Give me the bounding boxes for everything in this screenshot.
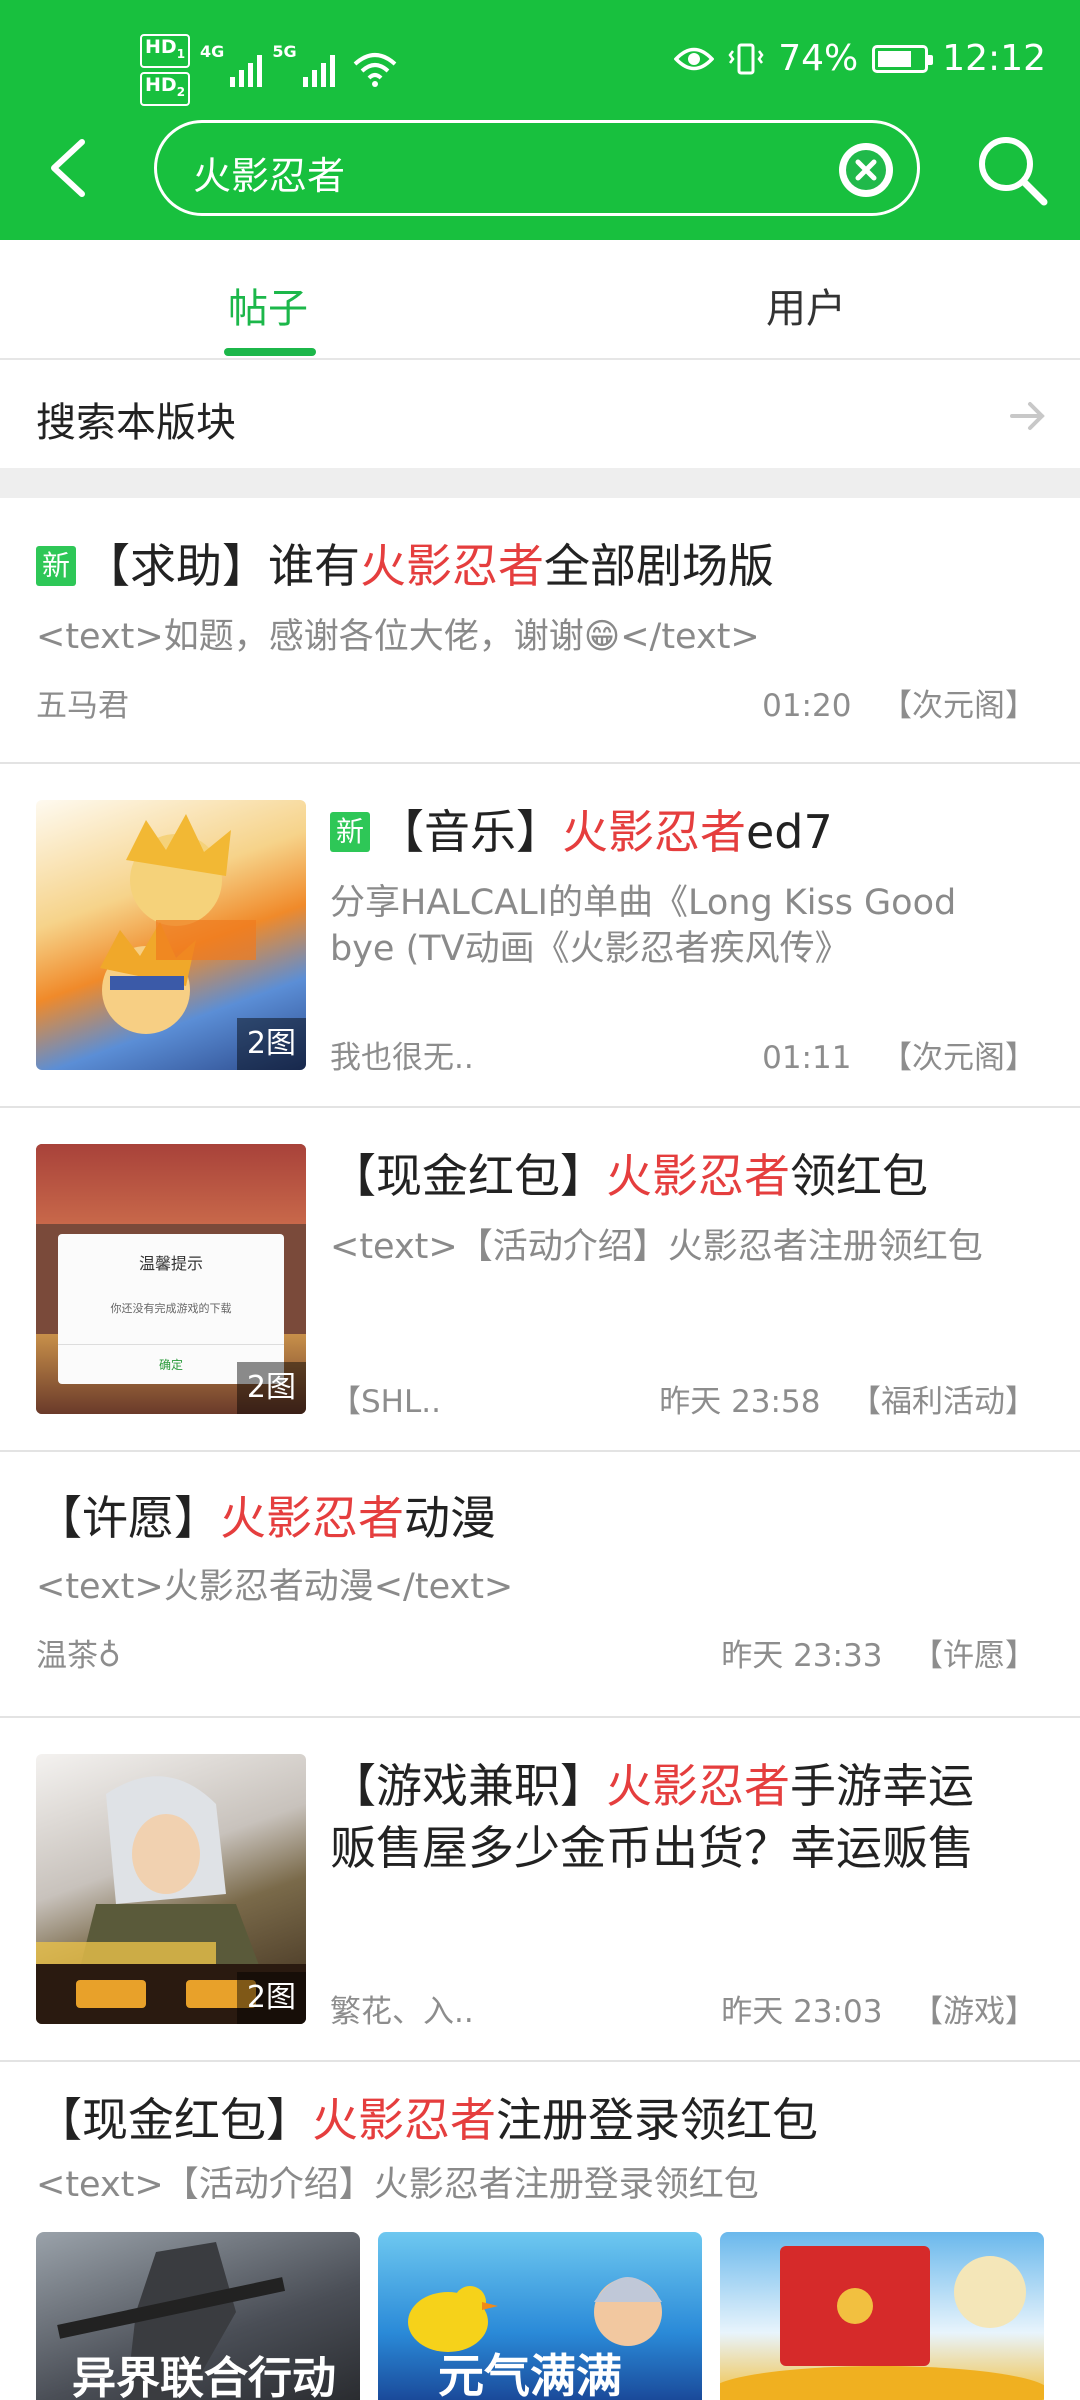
post-image-1[interactable]: 异界联合行动 [36, 2232, 360, 2400]
arrow-right-icon [1010, 402, 1045, 430]
post-image-2[interactable]: 元气满满 [378, 2232, 702, 2400]
network-indicators: HD1 HD2 4G 5G [140, 34, 397, 106]
close-icon [846, 150, 886, 190]
search-query-text[interactable]: 火影忍者 [193, 145, 345, 200]
active-tab-indicator [224, 348, 316, 356]
post-title[interactable]: 新【求助】谁有火影忍者全部剧场版 [36, 536, 774, 596]
tab-users[interactable]: 用户 [766, 276, 846, 334]
post-snippet-line2: bye (TV动画《火影忍者疾风传》 [330, 929, 850, 969]
image-count: 2图 [236, 1972, 306, 2024]
system-indicators: 74% 12:12 [674, 38, 1046, 79]
signal-icon [230, 53, 263, 87]
post-thumbnail[interactable]: 2图 [36, 1754, 306, 2024]
post-snippet-line1: 分享HALCALI的单曲《Long Kiss Good [330, 883, 957, 923]
clear-search-button[interactable] [839, 143, 893, 197]
divider [0, 468, 1080, 498]
post-author: 繁花、入.. [330, 1994, 474, 2030]
post-snippet: <text>火影忍者动漫</text> [36, 1567, 514, 1607]
image-count: 2图 [236, 1018, 306, 1070]
post-title[interactable]: 【现金红包】火影忍者注册登录领红包 [36, 2090, 818, 2150]
image-caption: 异界联合行动 [72, 2353, 336, 2400]
status-bar: HD1 HD2 4G 5G 74% 12:12 [0, 0, 1080, 120]
search-this-board-row[interactable]: 搜索本版块 [0, 360, 1080, 468]
wifi-icon [353, 52, 396, 87]
post-thumbnail[interactable]: 温馨提示 你还没有完成游戏的下载 确定 2图 [36, 1144, 306, 1414]
signal-icon [302, 53, 335, 87]
post-title[interactable]: 【许愿】火影忍者动漫 [36, 1488, 496, 1548]
network-type-1: 4G [200, 42, 225, 61]
post-item[interactable]: 温馨提示 你还没有完成游戏的下载 确定 2图 【现金红包】火影忍者领红包 <te… [0, 1108, 1080, 1452]
red-envelope-image [720, 2246, 1044, 2400]
post-author: 我也很无.. [330, 1040, 474, 1076]
post-time-board: 昨天 23:03 【游戏】 [721, 1994, 1036, 2030]
post-item[interactable]: 2图 【游戏兼职】火影忍者手游幸运 贩售屋多少金币出货？幸运贩售 繁花、入.. … [0, 1718, 1080, 2062]
clock: 12:12 [942, 38, 1046, 79]
search-input[interactable]: 火影忍者 [154, 120, 920, 216]
eye-icon [674, 47, 715, 70]
post-time-board: 01:11 【次元阁】 [762, 1040, 1036, 1076]
new-badge: 新 [36, 545, 76, 586]
battery-percent: 74% [778, 38, 859, 79]
tab-bar: 帖子 用户 [0, 240, 1080, 360]
post-time-board: 昨天 23:58 【福利活动】 [659, 1384, 1036, 1420]
search-icon[interactable] [972, 130, 1052, 210]
new-badge: 新 [330, 811, 370, 852]
post-author: 五马君 [36, 688, 129, 724]
post-author: 【SHL.. [330, 1384, 441, 1420]
post-snippet: <text>【活动介绍】火影忍者注册登录领红包 [36, 2165, 759, 2205]
post-time-board: 01:20 【次元阁】 [762, 688, 1036, 724]
post-time-board: 昨天 23:33 【许愿】 [721, 1638, 1036, 1674]
post-title-line2[interactable]: 贩售屋多少金币出货？幸运贩售 [330, 1818, 974, 1878]
post-title[interactable]: 【现金红包】火影忍者领红包 [330, 1146, 928, 1206]
network-type-2: 5G [272, 42, 297, 61]
tab-posts[interactable]: 帖子 [228, 276, 308, 334]
back-icon[interactable] [44, 138, 94, 198]
post-author: 温茶♁ [36, 1638, 121, 1674]
post-title[interactable]: 新【音乐】火影忍者ed7 [330, 802, 833, 862]
hd-indicator: HD1 HD2 [140, 34, 191, 106]
vibrate-icon [728, 43, 764, 74]
image-caption: 元气满满 [438, 2349, 622, 2400]
post-item[interactable]: 【许愿】火影忍者动漫 <text>火影忍者动漫</text> 温茶♁ 昨天 23… [0, 1452, 1080, 1718]
post-title-line1[interactable]: 【游戏兼职】火影忍者手游幸运 [330, 1756, 974, 1816]
post-snippet: <text>如题，感谢各位大佬，谢谢😁</text> [36, 617, 760, 657]
post-item[interactable]: 新【求助】谁有火影忍者全部剧场版 <text>如题，感谢各位大佬，谢谢😁</te… [0, 498, 1080, 764]
post-snippet: <text>【活动介绍】火影忍者注册领红包 [330, 1227, 983, 1267]
image-count: 2图 [236, 1362, 306, 1414]
battery-icon [872, 44, 934, 73]
app-header: HD1 HD2 4G 5G 74% 12:12 火影忍者 [0, 0, 1080, 240]
section-label: 搜索本版块 [36, 400, 236, 446]
post-thumbnail[interactable]: 2图 [36, 800, 306, 1070]
post-item[interactable]: 2图 新【音乐】火影忍者ed7 分享HALCALI的单曲《Long Kiss G… [0, 764, 1080, 1108]
post-image-3[interactable] [720, 2232, 1044, 2400]
